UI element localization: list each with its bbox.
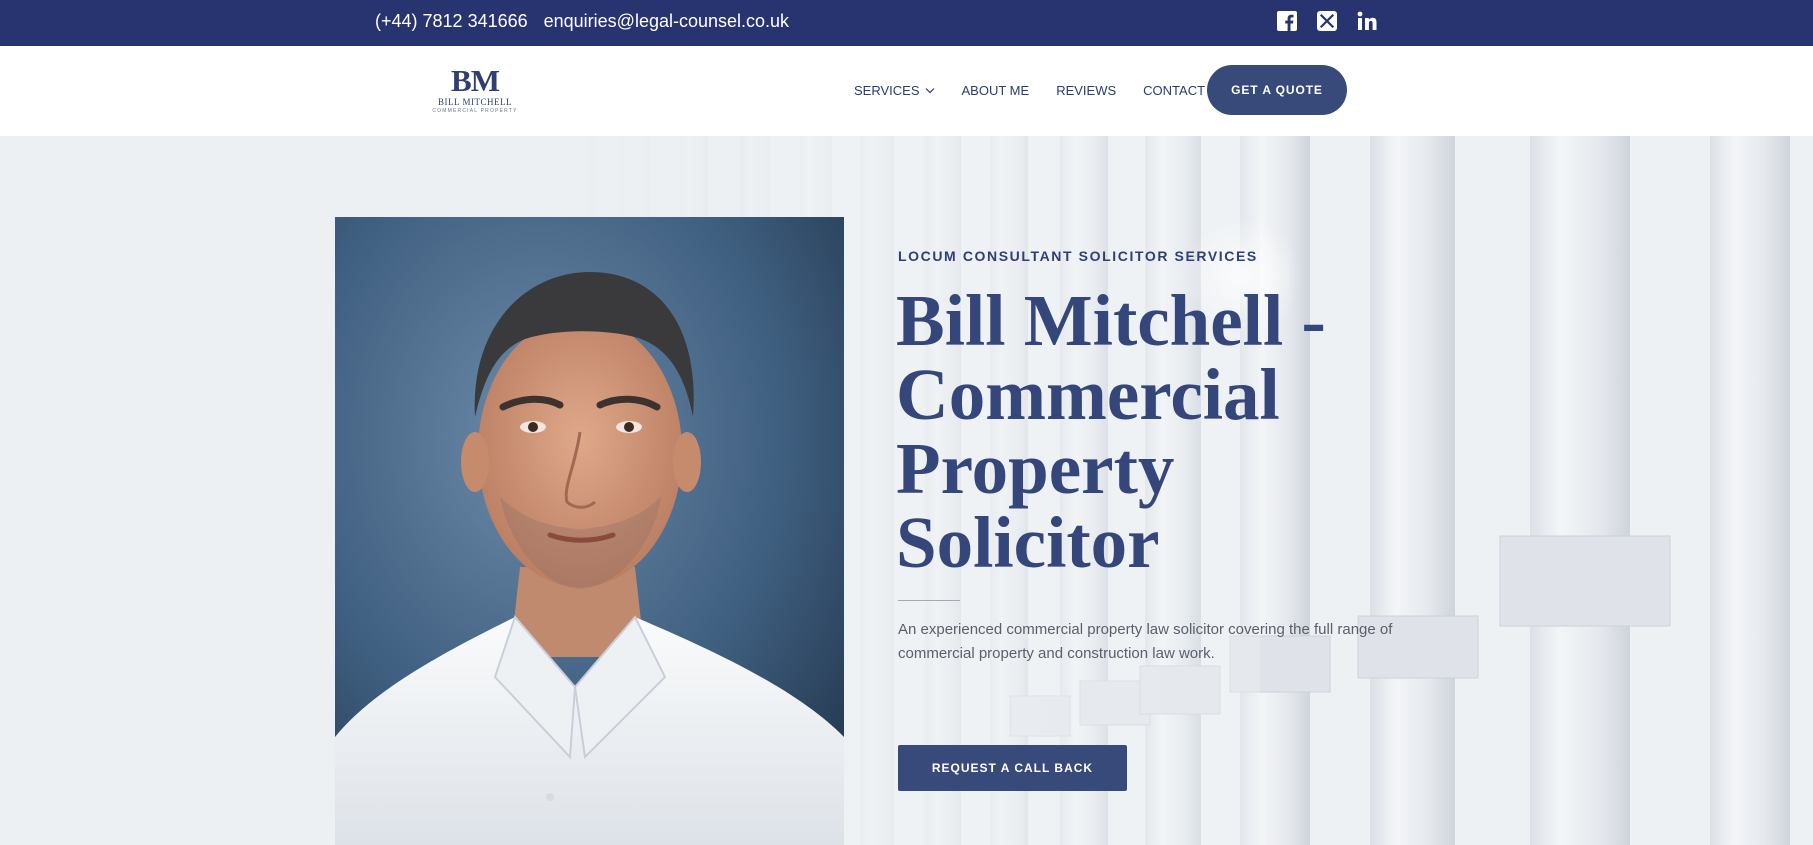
logo-name: BILL MITCHELL (438, 97, 512, 107)
phone-link[interactable]: (+44) 7812 341666 (375, 11, 528, 32)
nav-item-label: ABOUT ME (961, 83, 1030, 98)
logo-monogram: BM (451, 63, 500, 98)
x-twitter-icon[interactable] (1316, 10, 1338, 32)
nav-item-label: REVIEWS (1056, 83, 1117, 98)
site-header: BM BILL MITCHELL COMMERCIAL PROPERTY SER… (0, 46, 1813, 136)
social-links (1276, 10, 1378, 32)
contact-info: (+44) 7812 341666 enquiries@legal-counse… (375, 11, 789, 32)
nav-item-label: SERVICES (854, 83, 920, 98)
nav-item-contact[interactable]: CONTACT (1143, 83, 1205, 98)
solicitor-portrait-photo (335, 217, 844, 845)
nav-item-about[interactable]: ABOUT ME (962, 83, 1030, 98)
hero-divider (898, 600, 960, 601)
nav-item-reviews[interactable]: REVIEWS (1056, 83, 1116, 98)
get-a-quote-button[interactable]: GET A QUOTE (1207, 65, 1347, 115)
email-link[interactable]: enquiries@legal-counsel.co.uk (544, 11, 789, 32)
nav-item-services[interactable]: SERVICES (854, 83, 935, 98)
chevron-down-icon (925, 88, 934, 94)
hero-section: LOCUM CONSULTANT SOLICITOR SERVICES Bill… (0, 136, 1813, 845)
hero-title: Bill Mitchell - Commercial Property Soli… (896, 280, 1326, 583)
logo-tagline: COMMERCIAL PROPERTY (432, 108, 518, 114)
request-call-back-button[interactable]: REQUEST A CALL BACK (898, 745, 1127, 791)
nav-item-label: CONTACT (1143, 83, 1206, 98)
main-nav: SERVICES ABOUT ME REVIEWS CONTACT (854, 83, 1232, 98)
facebook-icon[interactable] (1276, 10, 1298, 32)
hero-description: An experienced commercial property law s… (898, 621, 1393, 662)
site-logo[interactable]: BM BILL MITCHELL COMMERCIAL PROPERTY (430, 63, 520, 118)
top-contact-bar: (+44) 7812 341666 enquiries@legal-counse… (0, 0, 1813, 46)
hero-eyebrow: LOCUM CONSULTANT SOLICITOR SERVICES (898, 248, 1258, 264)
linkedin-icon[interactable] (1356, 10, 1378, 32)
